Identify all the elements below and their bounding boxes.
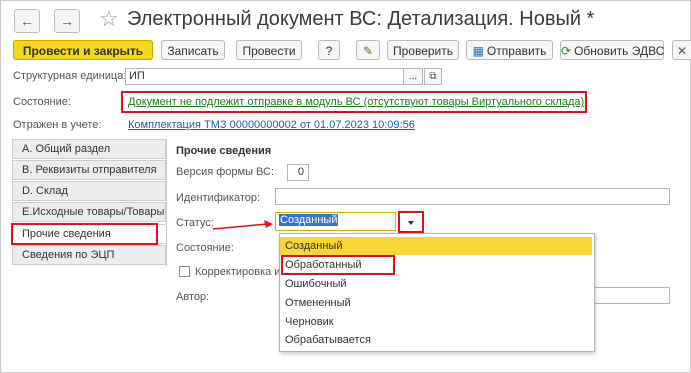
tab-signature-info[interactable]: Сведения по ЭЦП <box>12 245 166 265</box>
arrow-left-icon: ← <box>20 13 34 29</box>
chevron-down-icon <box>408 221 414 225</box>
open-icon: ⧉ <box>429 71 437 82</box>
forward-button[interactable]: → <box>54 9 80 33</box>
state-label: Состояние: <box>13 96 71 108</box>
status-option-error[interactable]: Ошибочный <box>280 275 592 293</box>
post-button[interactable]: Провести <box>236 40 302 60</box>
correction-checkbox[interactable] <box>179 266 190 277</box>
favorite-star-icon[interactable]: ☆ <box>99 6 119 32</box>
refresh-icon: ⟳ <box>561 44 572 58</box>
refresh-label: Обновить ЭДВС <box>574 44 665 58</box>
send-button[interactable]: ▦ Отправить <box>466 40 553 60</box>
close-button[interactable]: ✕ <box>672 40 691 60</box>
status-dropdown-button[interactable] <box>398 211 424 233</box>
tab-warehouse[interactable]: D. Склад <box>12 181 166 201</box>
edit-button[interactable]: ✎ <box>356 40 380 60</box>
section-title: Прочие сведения <box>176 145 272 157</box>
reflected-link[interactable]: Комплектация ТМЗ 00000000002 от 01.07.20… <box>128 117 415 133</box>
window-title: Электронный документ ВС: Детализация. Но… <box>127 8 595 30</box>
reflected-label: Отражен в учете: <box>13 119 102 131</box>
status-label: Статус: <box>176 217 214 229</box>
tab-highlight-box <box>11 223 158 245</box>
status-option-created[interactable]: Созданный <box>280 237 592 255</box>
status-option-processing[interactable]: Обрабатывается <box>280 331 592 349</box>
send-label: Отправить <box>486 44 547 58</box>
state-link[interactable]: Документ не подлежит отправке в модуль В… <box>128 94 584 110</box>
identifier-label: Идентификатор: <box>176 192 261 204</box>
help-button[interactable]: ? <box>318 40 340 60</box>
status-dropdown-list: Созданный Обработанный Ошибочный Отменен… <box>279 233 595 352</box>
send-icon: ▦ <box>472 44 484 58</box>
arrow-right-icon: → <box>60 13 74 29</box>
author-label: Автор: <box>176 291 210 303</box>
post-and-close-button[interactable]: Провести и закрыть <box>13 40 153 60</box>
tab-sender-details[interactable]: В. Реквизиты отправителя <box>12 160 166 180</box>
correction-label: Корректировка и <box>195 266 279 278</box>
state-label-2: Состояние: <box>176 242 234 254</box>
identifier-field[interactable] <box>275 188 670 205</box>
form-version-field[interactable]: 0 <box>287 164 309 181</box>
status-value: Созданный <box>279 214 339 226</box>
unit-label: Структурная единица: <box>13 70 127 82</box>
save-button[interactable]: Записать <box>161 40 225 60</box>
form-version-label: Версия формы ВС: <box>176 166 275 178</box>
status-option-cancelled[interactable]: Отмененный <box>280 294 592 312</box>
tab-general[interactable]: А. Общий раздел <box>12 139 166 159</box>
red-arrow-icon <box>212 220 273 230</box>
tabs-panel: А. Общий раздел В. Реквизиты отправителя… <box>12 139 167 266</box>
unit-open-button[interactable]: ⧉ <box>424 68 442 85</box>
unit-select-button[interactable]: ... <box>403 68 423 85</box>
processed-highlight-box <box>281 255 395 275</box>
back-button[interactable]: ← <box>14 9 40 33</box>
check-button[interactable]: Проверить <box>387 40 459 60</box>
unit-field[interactable]: ИП <box>125 68 404 85</box>
status-field[interactable]: Созданный <box>275 212 396 231</box>
close-icon: ✕ <box>676 44 688 58</box>
status-option-draft[interactable]: Черновик <box>280 313 592 331</box>
pencil-icon: ✎ <box>362 44 374 58</box>
refresh-edvs-button[interactable]: ⟳ Обновить ЭДВС <box>560 40 664 60</box>
tab-source-goods[interactable]: E.Исходные товары/Товары <box>12 202 166 222</box>
